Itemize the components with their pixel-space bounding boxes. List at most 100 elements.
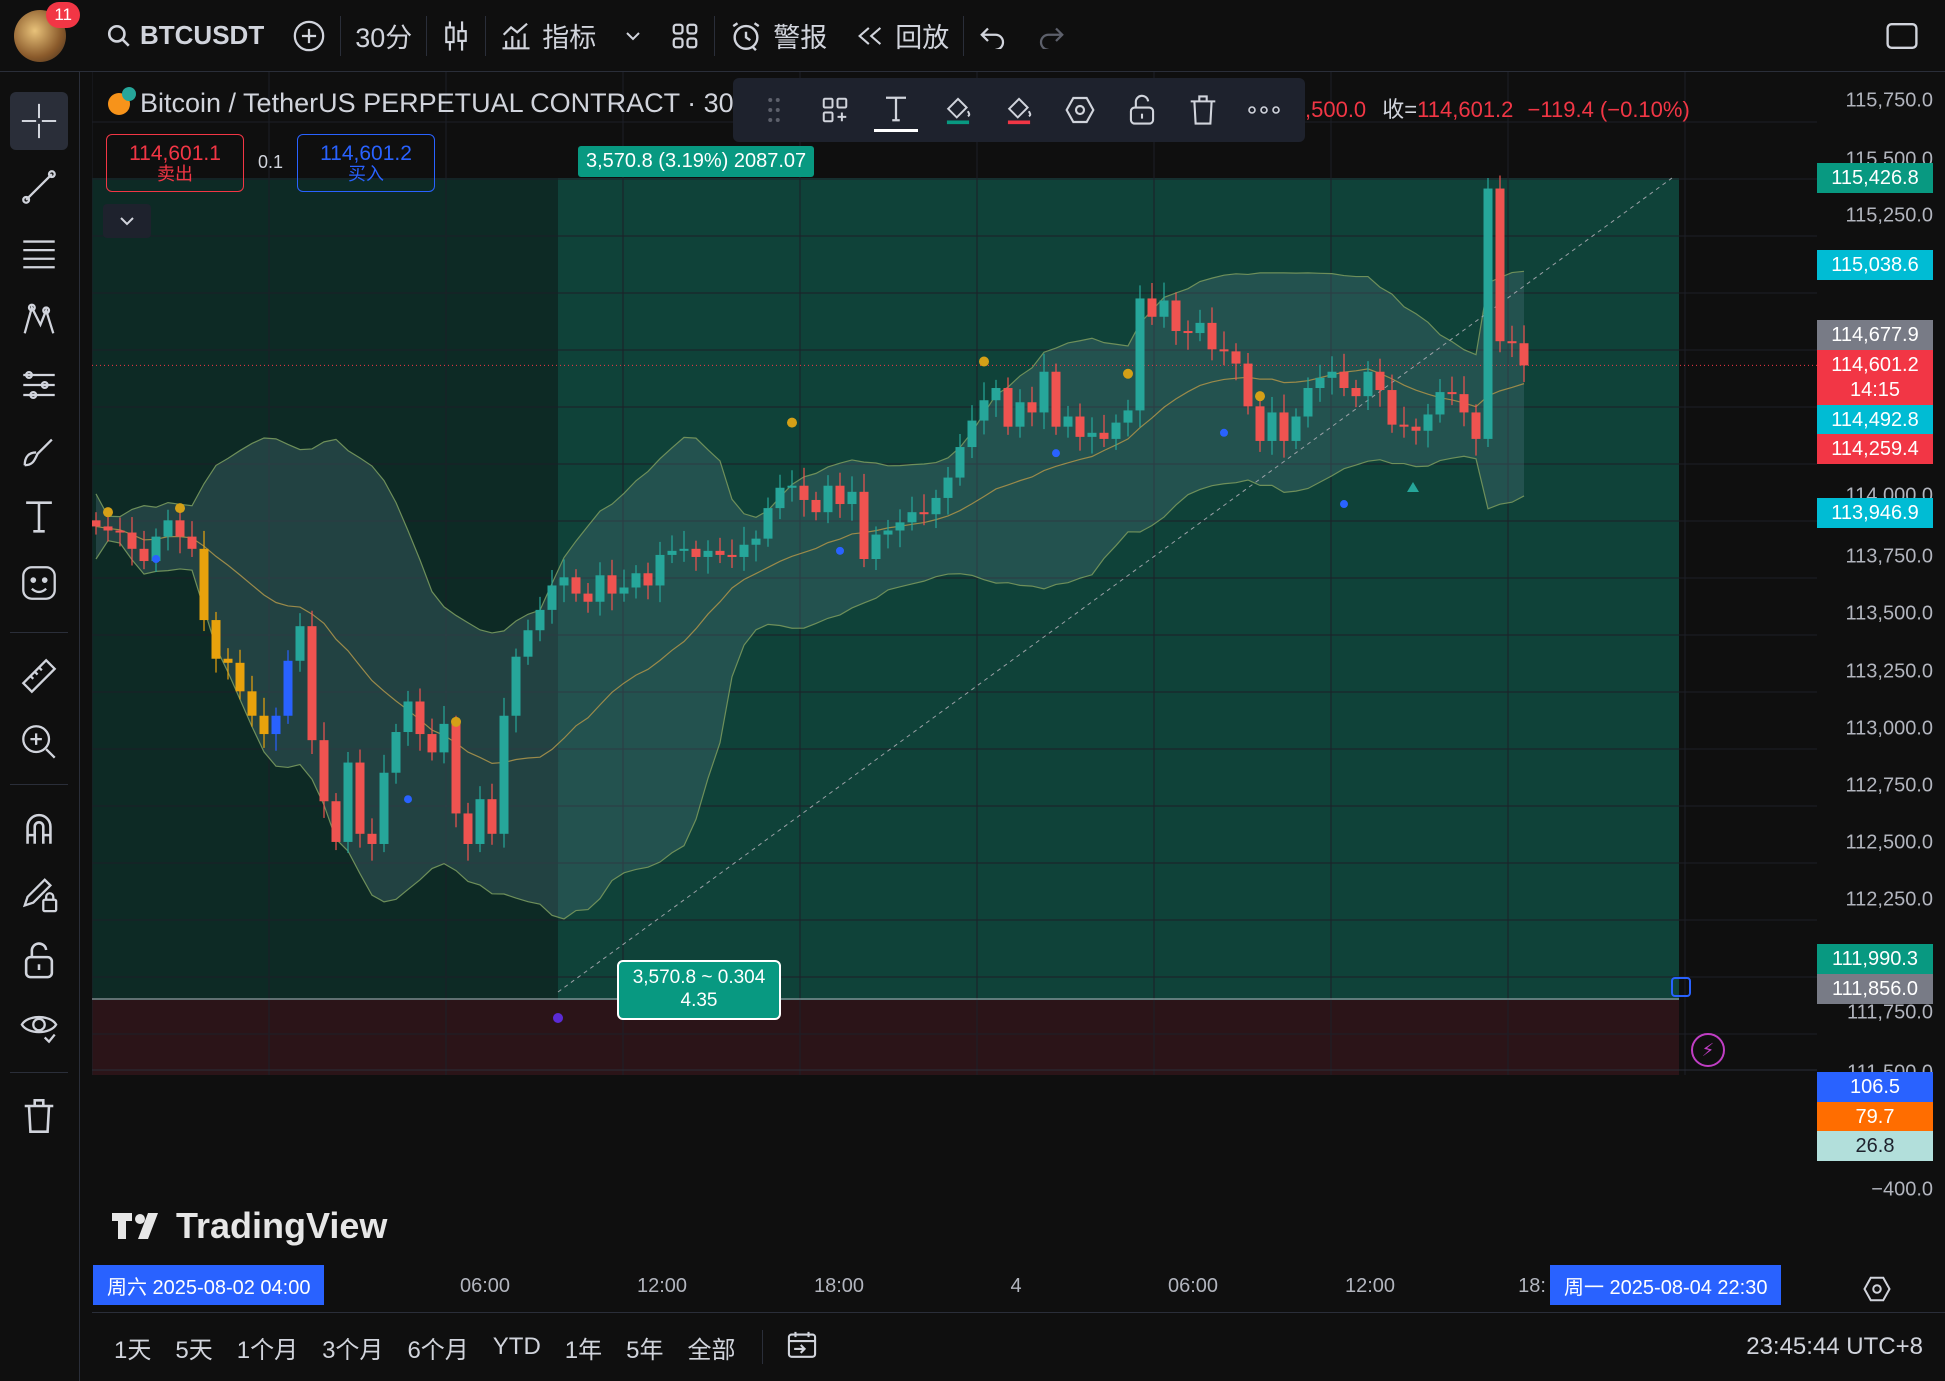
range-button[interactable]: 5年 (614, 1330, 675, 1365)
price-tag: 114,492.8 (1817, 405, 1933, 435)
candle-body (103, 526, 113, 531)
candle-body (715, 550, 725, 555)
chart-type-button[interactable] (427, 0, 485, 72)
price-tag: 115,038.6 (1817, 250, 1933, 280)
interval-button[interactable]: 30分 (341, 0, 426, 72)
candle-body (1099, 432, 1109, 439)
settings-button[interactable] (1058, 88, 1102, 132)
spread-value: 0.1 (258, 152, 284, 172)
range-button[interactable]: 1天 (102, 1330, 163, 1365)
brush-tool[interactable] (10, 422, 68, 480)
lightning-icon[interactable]: ⚡ (1691, 1033, 1725, 1067)
candle-body (319, 740, 329, 802)
indicators-dropdown[interactable] (610, 0, 656, 72)
magnet-tool[interactable] (10, 799, 68, 857)
time-start-tag: 周六 2025-08-02 04:00 (93, 1265, 325, 1305)
lock-drawing-tool[interactable] (10, 865, 68, 923)
buy-button[interactable]: 114,601.2 买入 (297, 134, 435, 192)
price-chart[interactable] (91, 72, 1817, 1265)
forecast-tool[interactable] (10, 356, 68, 414)
range-button[interactable]: 5天 (163, 1330, 224, 1365)
legend-collapse-button[interactable] (103, 204, 151, 238)
candle-body (343, 762, 353, 842)
candle-body (1315, 377, 1325, 389)
candle-body (1291, 416, 1301, 441)
zoom-tool[interactable] (10, 713, 68, 771)
more-button[interactable] (1242, 88, 1286, 132)
zoom-in-icon (22, 725, 56, 759)
measure-tool[interactable] (10, 647, 68, 705)
time-tick: 18:00 (813, 1275, 865, 1297)
trash-icon (24, 1099, 54, 1133)
drag-dots-icon (767, 98, 780, 122)
emoji-tool[interactable] (10, 554, 68, 612)
chart-pane[interactable] (91, 72, 1817, 1265)
candle-body (1039, 371, 1049, 413)
avatar[interactable]: 11 (14, 1, 80, 62)
crosshair-tool[interactable] (10, 92, 68, 150)
range-button[interactable]: 1年 (553, 1330, 614, 1365)
pattern-tool[interactable] (10, 290, 68, 348)
goto-date-button[interactable] (777, 1329, 827, 1366)
candle-body (1267, 412, 1277, 441)
candle-body (727, 554, 737, 557)
candle-body (991, 388, 1001, 401)
candle-body (895, 522, 905, 531)
lock-drawing-button[interactable] (1120, 88, 1164, 132)
compare-button[interactable] (278, 0, 340, 72)
border-color-button[interactable] (997, 88, 1041, 132)
fib-tool[interactable] (10, 224, 68, 282)
text-tool[interactable] (10, 488, 68, 546)
hide-drawings-tool[interactable] (10, 997, 68, 1055)
candle-body (1003, 388, 1013, 427)
time-axis[interactable]: 06:00 12:00 18:00 4 06:00 12:00 18: 周六 2025-08… (92, 1265, 1817, 1311)
price-tag: 114,259.4 (1817, 434, 1933, 464)
candle-body (883, 530, 893, 535)
close-value: 114,601.2 (1417, 97, 1514, 122)
candle-body (283, 660, 293, 716)
time-tick: 18: (1518, 1275, 1546, 1297)
paint-bucket-icon (946, 97, 970, 125)
clock[interactable]: 23:45:44 UTC+8 (1746, 1333, 1945, 1361)
trend-line-tool[interactable] (10, 158, 68, 216)
range-button[interactable]: 1个月 (225, 1330, 310, 1365)
range-button[interactable]: 3个月 (310, 1330, 395, 1365)
symbol-title: Bitcoin / TetherUS PERPETUAL CONTRACT · … (140, 88, 751, 118)
replay-button[interactable]: 回放 (841, 0, 963, 72)
axis-settings-button[interactable] (1862, 1274, 1892, 1309)
fullscreen-button[interactable] (1871, 0, 1945, 72)
symbol-search-button[interactable]: BTCUSDT (92, 0, 278, 72)
price-axis[interactable]: 115,750.0 115,500.0 115,250.0 114,000.0 113,… (1817, 72, 1945, 1201)
fill-color-button[interactable] (936, 88, 980, 132)
remove-drawings-tool[interactable] (10, 1087, 68, 1145)
range-button[interactable]: YTD (481, 1333, 553, 1361)
candle-body (1207, 322, 1217, 350)
lock-all-tool[interactable] (10, 931, 68, 989)
layouts-button[interactable] (656, 0, 714, 72)
measure-info-box[interactable]: 3,570.8 ~ 0.304 4.35 (617, 960, 781, 1020)
template-button[interactable] (813, 88, 857, 132)
ohlc-values: ,500.0 收=114,601.2 −119.4 (−0.10%) (1305, 92, 1690, 124)
drag-handle[interactable] (752, 88, 796, 132)
candle-body (1195, 322, 1205, 334)
sell-button[interactable]: 114,601.1 卖出 (106, 134, 244, 192)
range-button[interactable]: 6个月 (395, 1330, 480, 1365)
candle-body (751, 538, 761, 545)
candle-body (127, 532, 137, 549)
signal-dot (1123, 368, 1133, 379)
signal-dot (836, 546, 844, 555)
candle-body (1327, 371, 1337, 378)
price-tag: 111,856.0 (1817, 974, 1933, 1004)
candle-body (139, 548, 149, 562)
range-button[interactable]: 全部 (676, 1330, 748, 1365)
candle-body (295, 626, 305, 661)
undo-button[interactable] (964, 0, 1022, 72)
text-style-button[interactable] (874, 88, 919, 132)
delete-drawing-button[interactable] (1181, 88, 1225, 132)
indicators-button[interactable]: 指标 (486, 0, 610, 72)
divider (761, 1330, 763, 1364)
horizontal-lines-icon (23, 240, 55, 269)
candle-body (799, 485, 809, 500)
alerts-button[interactable]: 警报 (715, 0, 841, 72)
redo-button[interactable] (1022, 0, 1080, 72)
